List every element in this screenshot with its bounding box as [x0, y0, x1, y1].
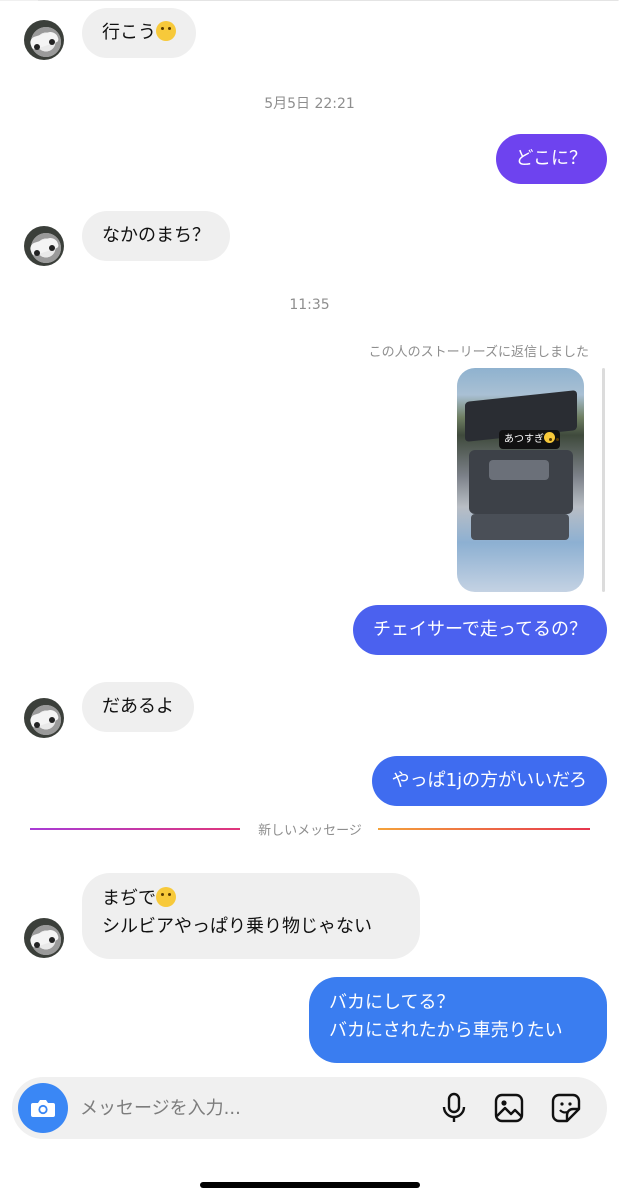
story-sticker-text: あつすぎ	[504, 434, 544, 445]
message-text: シルビアやっぱり乗り物じゃない	[102, 916, 372, 937]
story-image-engine	[469, 450, 573, 514]
camera-icon	[31, 1100, 55, 1117]
gallery-button[interactable]	[492, 1091, 526, 1125]
avatar[interactable]	[24, 226, 64, 266]
message-text: だあるよ	[102, 696, 174, 717]
story-thumbnail[interactable]: あつすぎ	[457, 368, 584, 592]
avatar[interactable]	[24, 698, 64, 738]
message-received[interactable]: 行こう	[82, 8, 196, 58]
message-received[interactable]: まぢで シルビアやっぱり乗り物じゃない	[82, 873, 420, 959]
message-sent[interactable]: どこに？	[495, 134, 607, 184]
melting-face-icon	[156, 887, 176, 907]
message-text: どこに？	[515, 148, 587, 169]
message-composer	[12, 1077, 607, 1139]
message-text: 行こう	[102, 22, 156, 43]
microphone-icon	[442, 1092, 466, 1122]
message-text: バカにしてる？	[329, 992, 455, 1013]
message-received[interactable]: だあるよ	[82, 682, 194, 732]
divider-line-left	[30, 828, 240, 830]
avatar[interactable]	[24, 20, 64, 60]
sticker-button[interactable]	[549, 1091, 583, 1125]
melting-face-icon	[544, 432, 555, 443]
message-text: バカにされたから車売りたい	[329, 1020, 563, 1041]
top-separator	[0, 0, 619, 1]
message-sent[interactable]: バカにしてる？ バカにされたから車売りたい	[309, 977, 607, 1063]
story-text-sticker: あつすぎ	[499, 430, 560, 449]
message-input[interactable]	[80, 1094, 380, 1122]
message-text: まぢで	[102, 888, 156, 909]
story-scroll-indicator	[602, 368, 605, 592]
message-received[interactable]: なかのまち？	[82, 211, 230, 261]
timestamp: 5月5日 22:21	[264, 96, 355, 112]
home-indicator[interactable]	[200, 1182, 420, 1188]
face-with-hand-over-mouth-icon	[156, 21, 176, 41]
story-image-grille	[471, 514, 569, 540]
image-icon	[494, 1093, 524, 1123]
new-messages-label: 新しいメッセージ	[258, 823, 362, 839]
avatar[interactable]	[24, 918, 64, 958]
message-sent[interactable]: チェイサーで走ってるの？	[352, 605, 607, 655]
sticker-icon	[551, 1093, 581, 1123]
message-text: やっぱ1jの方がいいだろ	[391, 770, 587, 791]
microphone-button[interactable]	[437, 1091, 471, 1125]
message-text: チェイサーで走ってるの？	[372, 619, 587, 640]
camera-button[interactable]	[18, 1083, 68, 1133]
message-text: なかのまち？	[102, 225, 210, 246]
story-reply-note: この人のストーリーズに返信しました	[368, 345, 589, 360]
timestamp: 11:35	[289, 297, 330, 313]
divider-line-right	[378, 828, 590, 830]
message-sent[interactable]: やっぱ1jの方がいいだろ	[371, 756, 607, 806]
